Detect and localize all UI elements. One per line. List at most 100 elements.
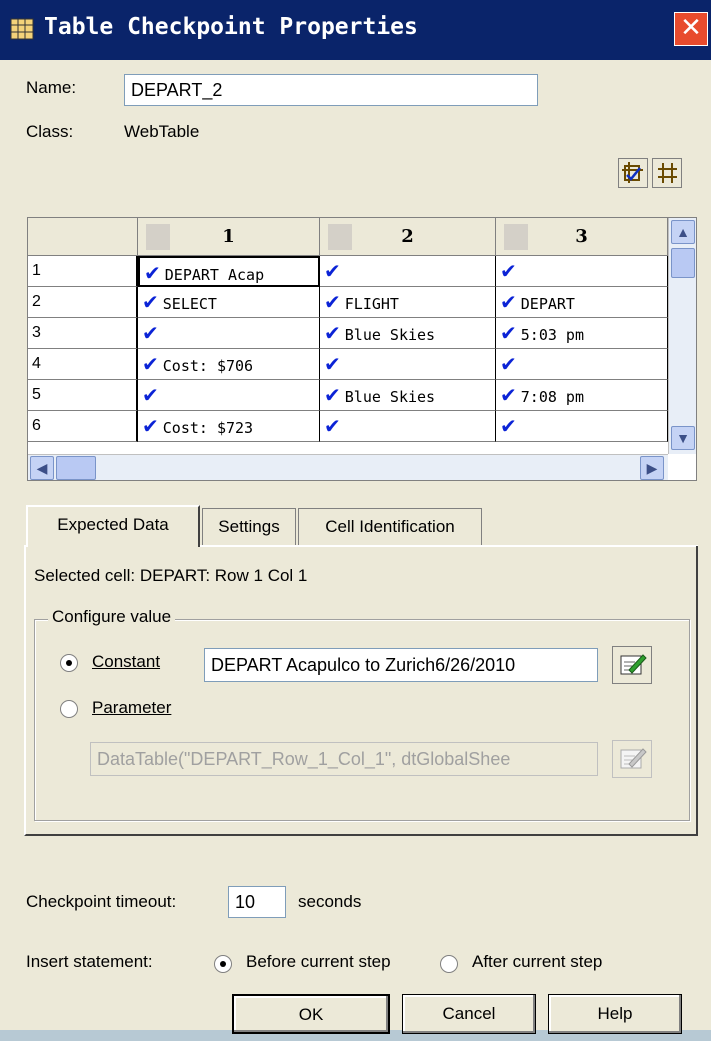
window-title: Table Checkpoint Properties: [44, 14, 418, 40]
grid-cell[interactable]: ✔ Cost: $706: [138, 349, 320, 380]
timeout-label: Checkpoint timeout:: [26, 892, 177, 911]
grid-cell[interactable]: ✔ 5:03 pm: [496, 318, 668, 349]
grid-cell[interactable]: ✔: [496, 256, 668, 287]
check-icon: ✔: [142, 290, 159, 314]
grid-cell[interactable]: ✔: [496, 349, 668, 380]
after-step-radio[interactable]: [440, 955, 458, 973]
grid-cell[interactable]: ✔ Blue Skies: [320, 380, 496, 411]
check-icon: ✔: [142, 414, 159, 438]
check-icon: ✔: [500, 352, 517, 376]
before-step-label: Before current step: [246, 952, 391, 971]
column-header-1[interactable]: 1: [138, 218, 320, 256]
column-checkbox[interactable]: [504, 224, 528, 250]
row-header-1[interactable]: 1: [28, 256, 138, 287]
row-header-5[interactable]: 5: [28, 380, 138, 411]
row-header-2[interactable]: 2: [28, 287, 138, 318]
parameter-value-input[interactable]: DataTable("DEPART_Row_1_Col_1", dtGlobal…: [90, 742, 598, 776]
chevron-right-icon: ▶: [646, 460, 658, 476]
check-icon: ✔: [500, 383, 517, 407]
name-label: Name:: [26, 78, 77, 97]
help-button[interactable]: Help: [548, 994, 682, 1034]
vertical-scrollbar[interactable]: ▲ ▼: [668, 218, 696, 454]
constant-value-input[interactable]: DEPART Acapulco to Zurich6/26/2010: [204, 648, 598, 682]
check-icon: ✔: [324, 321, 341, 345]
grid-corner: [28, 218, 138, 256]
column-header-2[interactable]: 2: [320, 218, 496, 256]
check-icon: ✔: [324, 383, 341, 407]
edit-pencil-icon: [620, 748, 647, 769]
radio-dot: [66, 660, 72, 666]
after-step-label: After current step: [472, 952, 603, 971]
class-value: WebTable: [124, 122, 200, 141]
clear-all-button[interactable]: [652, 158, 682, 188]
grid-cell[interactable]: ✔: [320, 411, 496, 442]
chevron-left-icon: ◀: [36, 460, 48, 476]
check-icon: ✔: [500, 259, 517, 283]
grid-cell[interactable]: ✔: [320, 349, 496, 380]
constant-label: Constant: [92, 652, 161, 671]
scroll-up-button[interactable]: ▲: [671, 220, 695, 244]
check-icon: ✔: [500, 321, 517, 345]
column-header-3[interactable]: 3: [496, 218, 668, 256]
cancel-button[interactable]: Cancel: [402, 994, 536, 1034]
check-icon: ✔: [324, 414, 341, 438]
chevron-up-icon: ▲: [676, 224, 690, 240]
edit-pencil-icon: [620, 654, 647, 675]
grid-icon: [658, 163, 677, 183]
hscroll-thumb[interactable]: [56, 456, 96, 480]
row-header-6[interactable]: 6: [28, 411, 138, 442]
parameter-radio[interactable]: [60, 700, 78, 718]
constant-radio[interactable]: [60, 654, 78, 672]
group-title: Configure value: [48, 607, 176, 627]
grid-cell[interactable]: ✔ DEPART Acap: [138, 256, 320, 287]
grid-cell[interactable]: ✔ SELECT: [138, 287, 320, 318]
tab-cell-identification[interactable]: Cell Identification: [298, 508, 482, 546]
ok-button[interactable]: OK: [232, 994, 390, 1034]
row-header-3[interactable]: 3: [28, 318, 138, 349]
scroll-thumb[interactable]: [671, 248, 695, 278]
column-checkbox[interactable]: [328, 224, 352, 250]
parameter-edit-button[interactable]: [612, 740, 652, 778]
check-icon: ✔: [142, 352, 159, 376]
before-step-radio[interactable]: [214, 955, 232, 973]
horizontal-scrollbar[interactable]: ◀ ▶: [28, 454, 668, 480]
grid-cell[interactable]: ✔ Cost: $723: [138, 411, 320, 442]
tab-settings[interactable]: Settings: [202, 508, 296, 546]
constant-edit-button[interactable]: [612, 646, 652, 684]
check-icon: ✔: [142, 321, 159, 345]
chevron-down-icon: ▼: [676, 430, 690, 446]
grid-cell[interactable]: ✔ 7:08 pm: [496, 380, 668, 411]
check-all-icon: [622, 162, 643, 183]
check-icon: ✔: [500, 414, 517, 438]
grid-cell[interactable]: ✔ DEPART: [496, 287, 668, 318]
name-input[interactable]: DEPART_2: [124, 74, 538, 106]
check-icon: ✔: [500, 290, 517, 314]
row-header-4[interactable]: 4: [28, 349, 138, 380]
close-button[interactable]: ✕: [674, 12, 708, 46]
grid-cell[interactable]: ✔: [320, 256, 496, 287]
checkpoint-grid[interactable]: 1 2 3 1 ✔ DEPART Acap ✔ ✔ 2 ✔ SELECT ✔ FLIG…: [27, 217, 697, 481]
grid-cell[interactable]: ✔: [138, 318, 320, 349]
scroll-right-button[interactable]: ▶: [640, 456, 664, 480]
grid-cell[interactable]: ✔: [496, 411, 668, 442]
column-checkbox[interactable]: [146, 224, 170, 250]
check-icon: ✔: [324, 352, 341, 376]
grid-cell[interactable]: ✔ Blue Skies: [320, 318, 496, 349]
grid-cell[interactable]: ✔: [138, 380, 320, 411]
parameter-label: Parameter: [92, 698, 172, 717]
table-checkpoint-dialog: Table Checkpoint Properties ✕ Name: DEPA…: [0, 0, 711, 1034]
timeout-input[interactable]: 10: [228, 886, 286, 918]
scroll-left-button[interactable]: ◀: [30, 456, 54, 480]
selected-cell-label: Selected cell: DEPART: Row 1 Col 1: [34, 566, 308, 585]
check-icon: ✔: [324, 259, 341, 283]
insert-statement-label: Insert statement:: [26, 952, 153, 971]
check-icon: ✔: [144, 261, 161, 285]
grid-cell[interactable]: ✔ FLIGHT: [320, 287, 496, 318]
radio-dot: [220, 961, 226, 967]
title-bar[interactable]: Table Checkpoint Properties ✕: [0, 0, 711, 60]
scroll-down-button[interactable]: ▼: [671, 426, 695, 450]
close-icon: ✕: [680, 13, 702, 43]
check-icon: ✔: [324, 290, 341, 314]
tab-expected-data[interactable]: Expected Data: [26, 505, 200, 547]
select-all-button[interactable]: [618, 158, 648, 188]
